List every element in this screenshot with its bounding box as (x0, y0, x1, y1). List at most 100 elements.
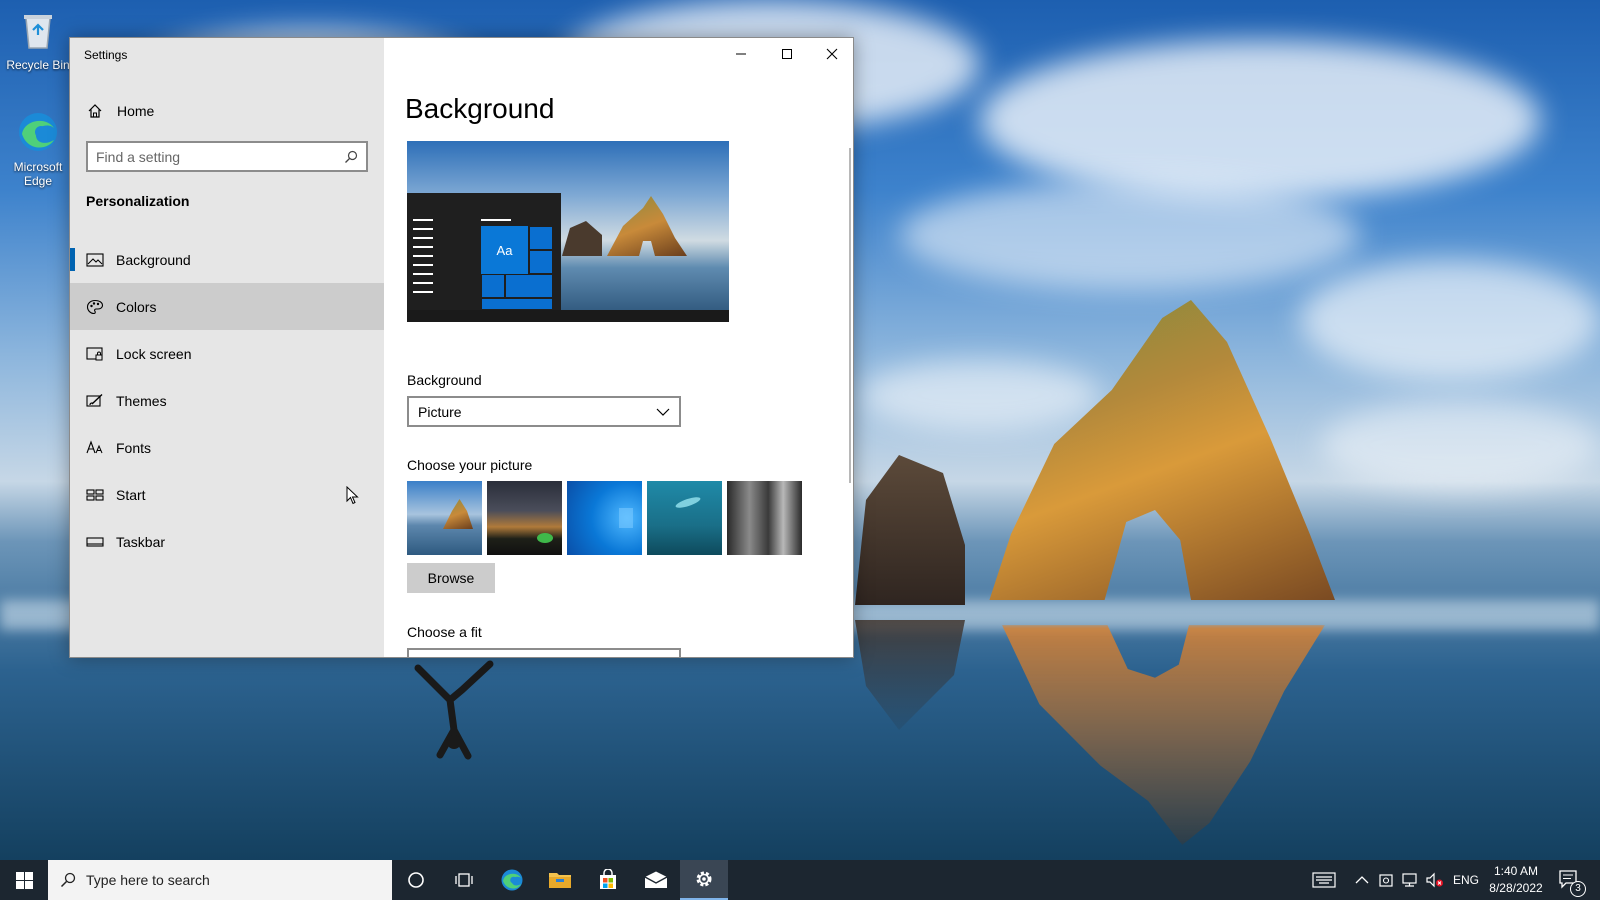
tray-keyboard[interactable] (1312, 860, 1336, 900)
background-label: Background (407, 372, 482, 388)
cortana-icon (408, 872, 424, 888)
tray-volume[interactable] (1425, 860, 1445, 900)
picture-icon (86, 252, 104, 267)
edge-icon (19, 113, 57, 151)
search-icon (60, 872, 76, 888)
store-icon (600, 869, 616, 889)
windows-logo-icon (15, 871, 33, 889)
desktop-icon-recycle-bin[interactable]: Recycle Bin (0, 8, 76, 72)
find-setting-input[interactable] (96, 148, 344, 165)
close-button[interactable] (809, 38, 853, 70)
sidebar-item-colors[interactable]: Colors (70, 283, 384, 330)
taskbar-edge[interactable] (488, 860, 536, 900)
notification-badge: 3 (1570, 881, 1586, 897)
taskbar-icon (86, 536, 104, 547)
sidebar-home-label: Home (117, 103, 155, 119)
browse-button[interactable]: Browse (407, 563, 495, 593)
picture-thumbnail-beach[interactable] (407, 481, 482, 555)
start-button[interactable] (0, 860, 48, 900)
minimize-button[interactable] (718, 38, 764, 70)
sidebar-item-label: Background (116, 251, 191, 268)
themes-icon (86, 393, 103, 407)
desktop-icon-label: Recycle Bin (6, 58, 70, 72)
taskbar-settings[interactable] (680, 860, 728, 900)
cortana-button[interactable] (392, 860, 440, 900)
window-title: Settings (84, 48, 128, 62)
sidebar-item-label: Lock screen (116, 345, 192, 362)
palette-icon (86, 299, 104, 314)
find-setting-search[interactable] (86, 141, 368, 172)
background-dropdown[interactable]: Picture (407, 396, 681, 427)
start-icon (86, 488, 104, 501)
sidebar-item-background[interactable]: Background (70, 236, 384, 283)
search-icon[interactable] (344, 150, 358, 164)
sidebar-item-fonts[interactable]: Fonts (70, 424, 384, 471)
maximize-button[interactable] (764, 38, 810, 70)
taskbar-file-explorer[interactable] (536, 860, 584, 900)
sidebar-item-lock-screen[interactable]: Lock screen (70, 330, 384, 377)
fit-dropdown[interactable] (407, 648, 681, 657)
picture-thumbnail-underwater[interactable] (647, 481, 722, 555)
rock-arch (989, 300, 1335, 600)
minimize-icon (736, 53, 746, 55)
task-view-icon (455, 873, 473, 887)
sidebar-item-label: Fonts (116, 439, 152, 456)
tray-network[interactable] (1401, 860, 1419, 900)
choose-picture-label: Choose your picture (407, 457, 533, 473)
tray-notifications[interactable]: 3 (1558, 860, 1586, 900)
sidebar-item-label: Taskbar (116, 533, 166, 550)
choose-fit-label: Choose a fit (407, 624, 482, 640)
desktop-icon-edge[interactable]: Microsoft Edge (0, 110, 76, 188)
page-title: Background (405, 93, 555, 124)
person-silhouette (414, 660, 494, 760)
section-title: Personalization (86, 193, 190, 209)
tray-meet-now[interactable] (1378, 860, 1394, 900)
rock-small (855, 455, 965, 605)
taskbar-search[interactable] (48, 860, 392, 900)
network-icon (1402, 873, 1417, 887)
taskbar-mail[interactable] (632, 860, 680, 900)
sidebar-item-themes[interactable]: Themes (70, 377, 384, 424)
background-dropdown-value: Picture (418, 403, 462, 420)
home-icon (88, 104, 102, 118)
lock-screen-icon (86, 346, 103, 360)
preview-taskbar (407, 310, 729, 322)
taskbar-search-input[interactable] (86, 872, 366, 888)
chevron-up-icon (1355, 876, 1369, 884)
settings-sidebar: Settings Home Personalization Background (70, 38, 384, 657)
mouse-cursor-icon (346, 486, 359, 505)
sidebar-item-taskbar[interactable]: Taskbar (70, 518, 384, 565)
tray-clock[interactable]: 1:40 AM 8/28/2022 (1476, 863, 1556, 897)
edge-icon (501, 869, 523, 891)
mail-icon (644, 871, 668, 888)
gear-icon (696, 871, 712, 887)
picture-thumbnail-windows[interactable] (567, 481, 642, 555)
settings-content: Background Aa Background Picture Choose … (384, 38, 853, 657)
preview-tile: Aa (481, 226, 528, 274)
taskbar-store[interactable] (584, 860, 632, 900)
tray-show-hidden[interactable] (1355, 860, 1369, 900)
desktop-icon-label: Microsoft Edge (13, 160, 63, 188)
camera-icon (1379, 874, 1393, 887)
picture-thumbnail-rock-cliff[interactable] (727, 481, 802, 555)
taskbar: ENG 1:40 AM 8/28/2022 3 (0, 860, 1600, 900)
close-icon (826, 48, 838, 60)
touch-keyboard-icon (1312, 872, 1336, 888)
clock-time: 1:40 AM (1493, 864, 1539, 878)
content-scrollbar[interactable] (849, 148, 851, 483)
sidebar-item-label: Colors (116, 298, 157, 315)
picture-thumbnail-night-sky[interactable] (487, 481, 562, 555)
background-preview: Aa (407, 141, 729, 322)
maximize-icon (782, 49, 792, 59)
volume-muted-icon (1426, 872, 1443, 888)
task-view-button[interactable] (440, 860, 488, 900)
sidebar-home[interactable]: Home (70, 94, 384, 128)
settings-window: Settings Home Personalization Background (69, 37, 854, 658)
sidebar-item-start[interactable]: Start (70, 471, 384, 518)
clock-date: 8/28/2022 (1489, 881, 1543, 895)
fonts-icon (86, 439, 103, 453)
folder-icon (549, 873, 571, 888)
sidebar-item-label: Start (116, 486, 146, 503)
chevron-down-icon (656, 408, 670, 416)
sidebar-item-label: Themes (116, 392, 167, 409)
